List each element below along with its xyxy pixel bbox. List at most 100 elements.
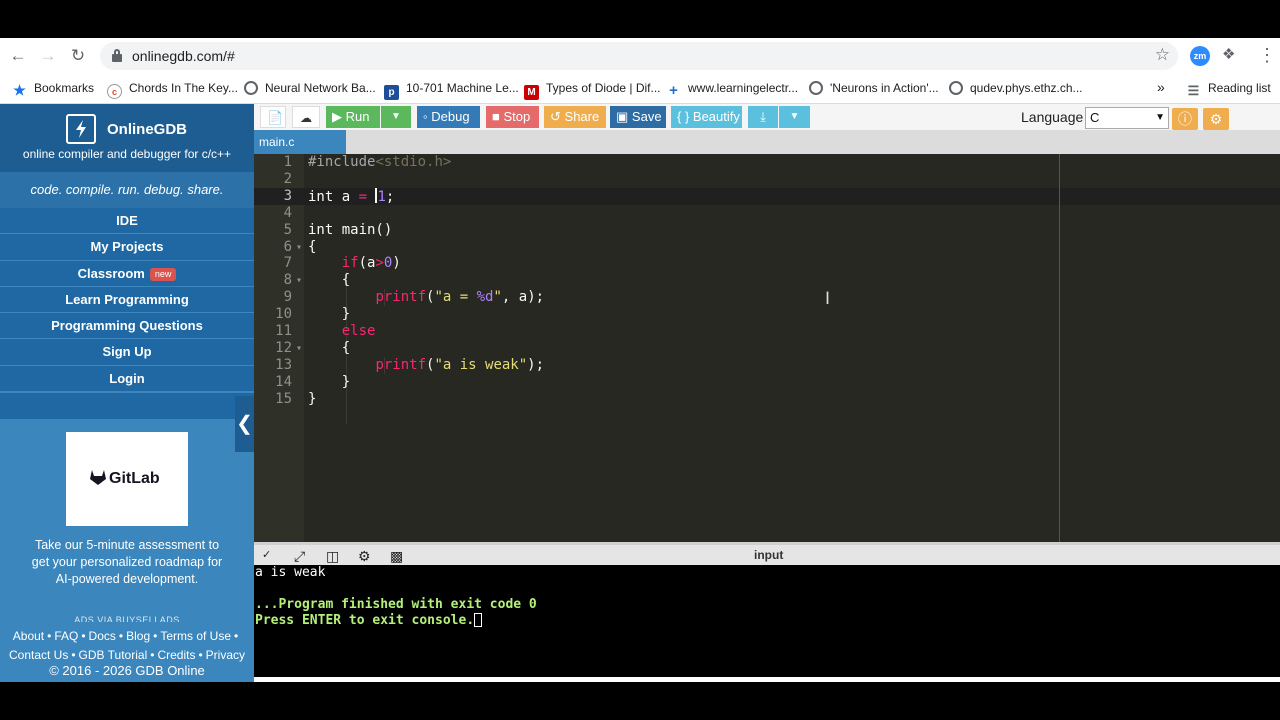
bookmark-item[interactable]: c Chords In The Key... [107, 80, 238, 99]
share-button[interactable]: ↺ Share [544, 106, 606, 128]
menu-kebab-icon[interactable]: ⋮ [1258, 44, 1276, 66]
bookmark-item[interactable]: 'Neurons in Action'... [809, 80, 939, 96]
globe-icon [244, 81, 258, 95]
gitlab-logo: GitLab [90, 470, 160, 488]
console-output[interactable]: a is weak ...Program finished with exit … [254, 565, 1280, 677]
bookmark-star-icon[interactable]: ☆ [1155, 45, 1170, 65]
stop-button[interactable]: ■ Stop [486, 106, 539, 128]
ads-via-label[interactable]: ADS VIA BUYSELLADS [0, 615, 254, 622]
footer-link-credits[interactable]: Credits [157, 648, 195, 662]
extensions-puzzle-icon[interactable]: ❖ [1222, 46, 1240, 64]
code-editor[interactable]: 1 #include<stdio.h> 2 3 int a = 1; 4 5 int … [254, 154, 1280, 542]
footer-link-faq[interactable]: FAQ [54, 629, 78, 643]
share-icon: ↺ [550, 109, 561, 124]
expand-icon[interactable]: ⤢ [294, 548, 305, 565]
editor-toolbar: 📄 ☁ ▶ Run ▼ ◦ Debug ■ Stop ↺ Share ▣ Sav… [254, 104, 1280, 130]
save-disk-icon: ▣ [616, 109, 629, 124]
bookmarks-overflow-icon[interactable]: » [1157, 79, 1165, 95]
language-label: Language [1021, 109, 1084, 125]
footer-link-about[interactable]: About [13, 629, 44, 643]
footer-link-privacy[interactable]: Privacy [206, 648, 245, 662]
bookmark-item[interactable]: ★ Bookmarks [12, 80, 94, 98]
stop-icon: ■ [492, 109, 500, 124]
nav-item-learn-programming[interactable]: Learn Programming [0, 286, 254, 314]
footer-link-blog[interactable]: Blog [126, 629, 150, 643]
globe-icon [949, 81, 963, 95]
upload-icon[interactable]: ☁ [292, 106, 320, 128]
bookmark-item[interactable]: + www.learningelectr... [666, 80, 798, 98]
ad-text[interactable]: Take our 5-minute assessment to get your… [30, 537, 224, 588]
lock-icon[interactable] [112, 49, 122, 62]
brand-header[interactable]: OnlineGDB online compiler and debugger f… [0, 104, 254, 172]
back-arrow-icon[interactable]: ← [8, 46, 28, 66]
bookmark-item[interactable]: M Types of Diode | Dif... [524, 80, 661, 100]
plus-favicon-icon: + [669, 82, 678, 99]
lightning-logo-icon [66, 114, 96, 144]
debug-button[interactable]: ◦ Debug [417, 106, 480, 128]
download-icon[interactable]: ⤓ [748, 106, 778, 128]
ad-image[interactable]: GitLab [66, 432, 188, 526]
chevron-down-icon: ▼ [1155, 112, 1165, 123]
copy-icon[interactable]: ◫ [326, 548, 339, 565]
nav-item-my-projects[interactable]: My Projects [0, 234, 254, 261]
language-select[interactable]: C ▼ [1085, 107, 1169, 129]
footer-link-gdb-tutorial[interactable]: GDB Tutorial [79, 648, 148, 662]
new-badge: new [149, 267, 177, 281]
nav-item-sign-up[interactable]: Sign Up [0, 339, 254, 366]
tab-main-c[interactable]: main.c [254, 130, 346, 154]
info-icon[interactable]: ⓘ [1172, 108, 1198, 130]
footer-link-contact[interactable]: Contact Us [9, 648, 68, 662]
bookmark-item[interactable]: Neural Network Ba... [244, 80, 376, 96]
footer-link-docs[interactable]: Docs [89, 629, 116, 643]
mouse-ibeam-cursor-icon: I [825, 289, 831, 309]
chords-favicon-icon: c [107, 84, 122, 99]
omnibox[interactable]: onlinegdb.com/# ☆ [100, 42, 1178, 70]
nav-item-login[interactable]: Login [0, 365, 254, 393]
nav-item-programming-questions[interactable]: Programming Questions [0, 313, 254, 340]
screen-top-border [0, 0, 1280, 38]
fold-arrow-icon[interactable]: ▾ [296, 272, 302, 289]
nav-item-classroom[interactable]: Classroom new [0, 260, 254, 287]
reload-icon[interactable]: ↻ [68, 46, 88, 66]
m-favicon-icon: M [524, 85, 539, 100]
screen-bottom-border [0, 682, 1280, 720]
bookmark-item[interactable]: p 10-701 Machine Le... [384, 80, 519, 100]
collapse-console-chevron-icon[interactable]: ✓ [262, 548, 271, 561]
brand-subtitle: online compiler and debugger for c/c++ [22, 147, 232, 161]
fold-arrow-icon[interactable]: ▾ [296, 239, 302, 256]
clear-console-icon[interactable]: ▩ [390, 548, 403, 565]
nav-item-ide[interactable]: IDE [0, 208, 254, 235]
run-options-dropdown[interactable]: ▼ [381, 106, 411, 128]
footer-link-terms[interactable]: Terms of Use [160, 629, 231, 643]
file-tab-bar: main.c [254, 130, 1280, 154]
fold-arrow-icon[interactable]: ▾ [296, 340, 302, 357]
run-button[interactable]: ▶ Run [326, 106, 380, 128]
forward-arrow-icon[interactable]: → [38, 46, 58, 66]
console-input-label[interactable]: input [754, 548, 783, 562]
save-button[interactable]: ▣ Save [610, 106, 666, 128]
browser-address-bar: ← → ↻ onlinegdb.com/# ☆ zm ❖ ⋮ [0, 38, 1280, 74]
play-icon: ▶ [332, 109, 342, 124]
nav-item-label: Classroom [77, 265, 145, 281]
console-toolbar: ✓ ⤢ ◫ ⚙ ▩ input [254, 542, 1280, 565]
gear-icon[interactable]: ⚙ [358, 548, 371, 565]
new-file-icon[interactable]: 📄 [260, 106, 286, 128]
reading-list[interactable]: ☰ Reading list [1186, 80, 1271, 98]
console-line: Press ENTER to exit console. [255, 613, 1280, 629]
copyright: © 2016 - 2026 GDB Online [49, 663, 205, 678]
footer-links: About • FAQ • Docs • Blog • Terms of Use • Contac… [8, 629, 246, 662]
gitlab-fox-icon [90, 470, 106, 485]
zoom-extension-icon[interactable]: zm [1190, 46, 1210, 66]
console-cursor [474, 613, 483, 627]
gear-icon[interactable]: ⚙ [1203, 108, 1229, 130]
bookmarks-bar: ★ Bookmarks c Chords In The Key... Neural … [0, 74, 1280, 104]
download-options-dropdown[interactable]: ▼ [779, 106, 810, 128]
console-line: a is weak [255, 565, 326, 580]
bookmark-item[interactable]: qudev.phys.ethz.ch... [949, 80, 1083, 96]
sidebar: OnlineGDB online compiler and debugger f… [0, 104, 254, 682]
reading-list-icon: ☰ [1187, 83, 1200, 98]
url-text[interactable]: onlinegdb.com/# [132, 48, 235, 64]
collapse-sidebar-chevron-icon[interactable]: ❮ [235, 396, 254, 452]
beautify-button[interactable]: { } Beautify [671, 106, 742, 128]
p-favicon-icon: p [384, 85, 399, 100]
